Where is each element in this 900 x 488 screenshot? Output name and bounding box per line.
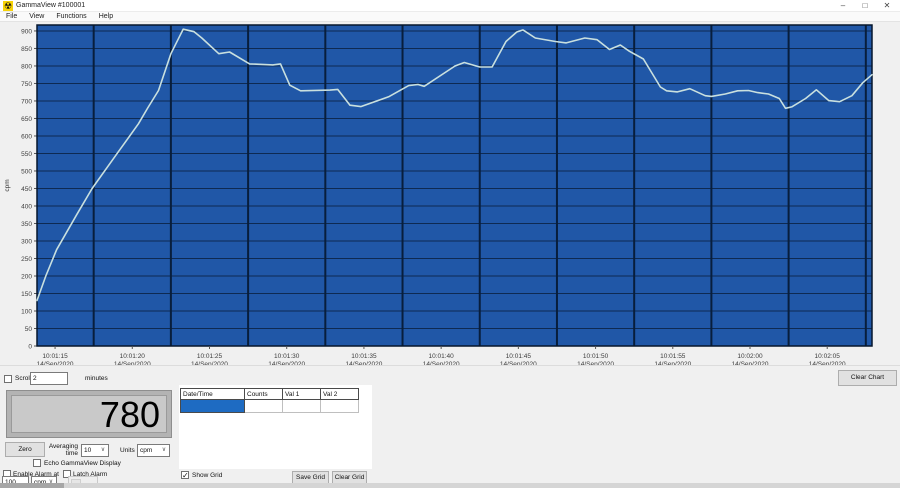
chevron-down-icon: ∨ [99, 446, 107, 453]
svg-text:150: 150 [21, 291, 32, 298]
app-window: ☢ GammaView #100001 – □ ✕ File View Func… [0, 0, 900, 488]
menu-file[interactable]: File [0, 13, 23, 20]
menu-help[interactable]: Help [93, 13, 119, 20]
chevron-down-icon: ∨ [160, 446, 168, 453]
svg-text:500: 500 [21, 168, 32, 175]
svg-text:10:01:35: 10:01:35 [351, 353, 377, 360]
bottom-edge-strip [0, 483, 900, 488]
svg-text:10:01:45: 10:01:45 [506, 353, 532, 360]
menu-view[interactable]: View [23, 13, 50, 20]
echo-display-checkbox[interactable] [33, 459, 41, 467]
svg-text:200: 200 [21, 273, 32, 280]
svg-text:350: 350 [21, 221, 32, 228]
svg-text:10:02:00: 10:02:00 [737, 353, 763, 360]
menu-bar: File View Functions Help [0, 12, 900, 22]
svg-text:400: 400 [21, 203, 32, 210]
units-dropdown[interactable]: cpm ∨ [137, 444, 170, 457]
col-val1: Val 1 [283, 389, 321, 400]
echo-display-label: Echo GammaView Display [44, 460, 121, 467]
title-bar: ☢ GammaView #100001 – □ ✕ [0, 0, 900, 12]
averaging-time-value: 10 [84, 447, 91, 454]
scroll-minutes-input[interactable]: 2 [30, 372, 68, 385]
zero-button[interactable]: Zero [5, 442, 45, 457]
show-grid-label: Show Grid [192, 472, 222, 479]
svg-text:900: 900 [21, 28, 32, 35]
col-val2: Val 2 [321, 389, 359, 400]
svg-text:10:01:25: 10:01:25 [197, 353, 223, 360]
close-button[interactable]: ✕ [876, 0, 898, 12]
cell-val1[interactable] [283, 400, 321, 413]
strip-chart: 0 50 100 150 200 250 300 350 400 450 500 550 600 650 7… [0, 22, 900, 368]
minimize-button[interactable]: – [832, 0, 854, 12]
averaging-time-label: Averaging time [44, 443, 78, 457]
scroll-label: Scroll [15, 375, 31, 382]
chart-plot: 0 50 100 150 200 250 300 350 400 450 500 550 600 650 7… [0, 22, 900, 368]
svg-text:10:01:40: 10:01:40 [428, 353, 454, 360]
col-counts: Counts [245, 389, 283, 400]
table-header-row: Date/Time Counts Val 1 Val 2 [181, 389, 359, 400]
svg-text:550: 550 [21, 151, 32, 158]
menu-functions[interactable]: Functions [50, 13, 92, 20]
cell-val2[interactable] [321, 400, 359, 413]
scroll-checkbox[interactable] [4, 375, 12, 383]
svg-text:850: 850 [21, 46, 32, 53]
bottom-edge-dark-block [0, 483, 64, 488]
svg-text:10:01:50: 10:01:50 [583, 353, 609, 360]
svg-text:50: 50 [25, 326, 33, 333]
svg-text:cpm: cpm [4, 179, 11, 191]
count-value: 780 [100, 396, 160, 434]
count-display: 780 [11, 395, 167, 433]
cell-datetime-selected[interactable] [181, 400, 245, 413]
maximize-button[interactable]: □ [854, 0, 876, 12]
data-grid: Date/Time Counts Val 1 Val 2 [180, 388, 359, 413]
window-title: GammaView #100001 [16, 2, 85, 9]
svg-text:100: 100 [21, 308, 32, 315]
svg-text:800: 800 [21, 63, 32, 70]
radiation-icon: ☢ [3, 1, 13, 11]
table-row [181, 400, 359, 413]
clear-chart-button[interactable]: Clear Chart [838, 370, 897, 386]
svg-text:10:01:15: 10:01:15 [42, 353, 68, 360]
svg-text:10:02:05: 10:02:05 [815, 353, 841, 360]
svg-text:0: 0 [28, 343, 32, 350]
svg-text:250: 250 [21, 256, 32, 263]
svg-text:450: 450 [21, 186, 32, 193]
col-datetime: Date/Time [181, 389, 245, 400]
minutes-label: minutes [85, 375, 108, 382]
units-value: cpm [140, 447, 152, 454]
show-grid-checkbox[interactable]: ✓ [181, 471, 189, 479]
data-grid-panel: Date/Time Counts Val 1 Val 2 [179, 385, 372, 469]
svg-text:300: 300 [21, 238, 32, 245]
svg-text:650: 650 [21, 116, 32, 123]
svg-text:600: 600 [21, 133, 32, 140]
control-panel: Clear Chart Scroll 2 minutes 780 Zero Av… [0, 365, 900, 488]
count-display-frame: 780 [6, 390, 172, 438]
units-label: Units [120, 447, 135, 454]
svg-text:10:01:55: 10:01:55 [660, 353, 686, 360]
svg-text:750: 750 [21, 81, 32, 88]
svg-text:10:01:20: 10:01:20 [120, 353, 146, 360]
svg-text:700: 700 [21, 98, 32, 105]
svg-text:10:01:30: 10:01:30 [274, 353, 300, 360]
averaging-time-dropdown[interactable]: 10 ∨ [81, 444, 109, 457]
cell-counts[interactable] [245, 400, 283, 413]
